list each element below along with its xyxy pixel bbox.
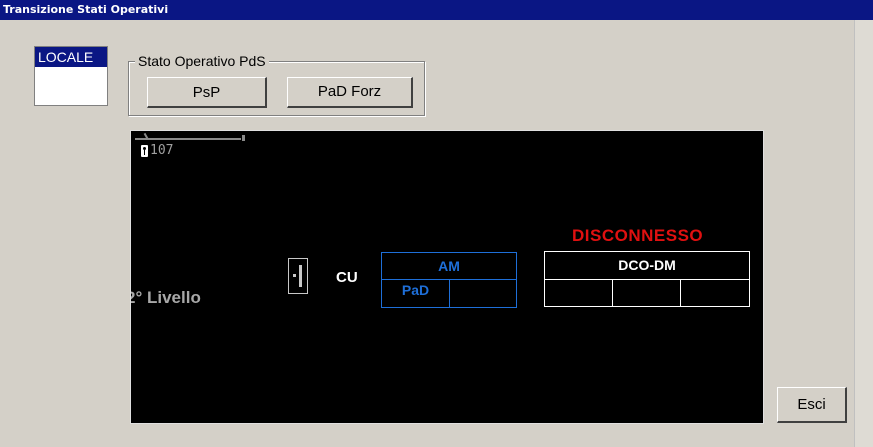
station-number: 107 xyxy=(150,143,174,158)
locale-indicator: LOCALE xyxy=(34,46,108,106)
lock-icon xyxy=(141,145,148,157)
psp-button[interactable]: PsP xyxy=(147,77,267,108)
top-line-end xyxy=(242,135,245,141)
am-box[interactable]: AM PaD xyxy=(381,252,517,308)
vertical-scrollbar[interactable] xyxy=(854,20,873,447)
dco-dm-title: DCO-DM xyxy=(545,252,749,280)
scrollbar-track[interactable] xyxy=(854,20,873,447)
am-title: AM xyxy=(382,253,516,280)
station-status-panel: 107 2° Livello CU AM PaD DISCONNESSO DCO… xyxy=(130,130,764,424)
connection-status: DISCONNESSO xyxy=(572,226,704,245)
am-empty-cell xyxy=(450,280,516,307)
switch-icon[interactable] xyxy=(288,258,308,294)
dco-dm-box[interactable]: DCO-DM xyxy=(544,251,750,307)
am-pad-cell: PaD xyxy=(382,280,450,307)
cu-label: CU xyxy=(336,269,358,286)
switch-dot xyxy=(293,274,296,277)
stato-operativo-legend: Stato Operativo PdS xyxy=(135,52,269,70)
locale-label: LOCALE xyxy=(35,47,107,67)
switch-bar xyxy=(299,265,302,287)
esci-button[interactable]: Esci xyxy=(777,387,847,423)
livello-label: 2° Livello xyxy=(130,288,201,307)
dco-cell xyxy=(545,280,613,306)
window-title: Transizione Stati Operativi xyxy=(0,0,873,20)
pad-forz-button[interactable]: PaD Forz xyxy=(287,77,413,108)
dco-cell xyxy=(613,280,681,306)
top-line xyxy=(135,138,241,140)
dco-cell xyxy=(681,280,749,306)
